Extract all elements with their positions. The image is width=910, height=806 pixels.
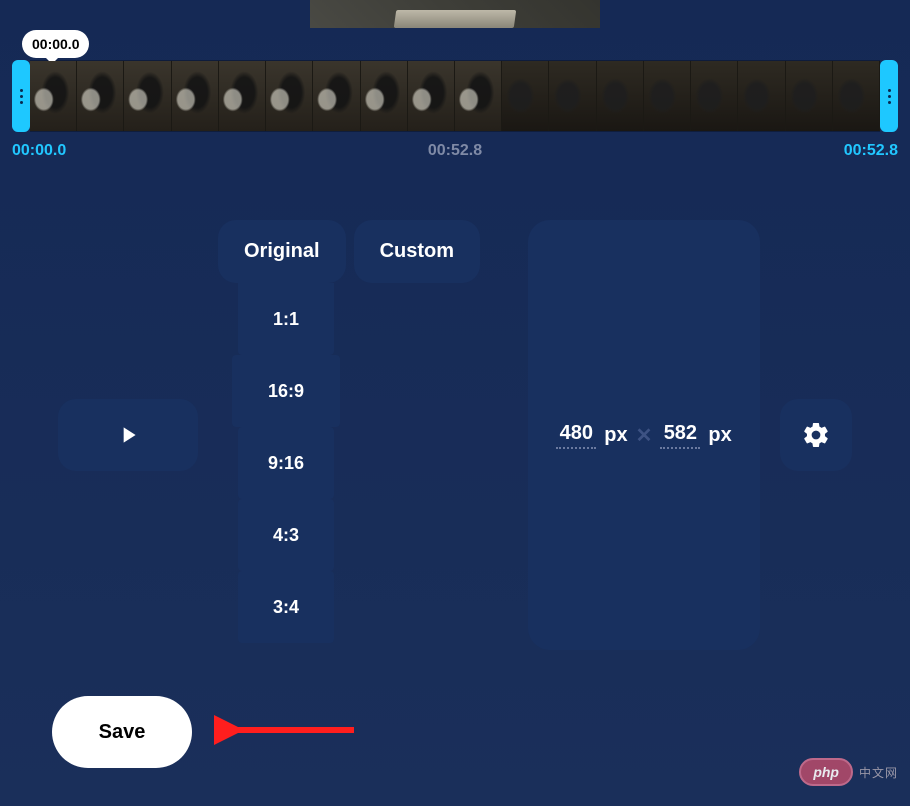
aspect-ratio-list: 1:1 16:9 9:16 4:3 3:4 xyxy=(238,283,340,643)
play-column xyxy=(58,220,198,650)
trim-handle-right[interactable] xyxy=(880,60,898,132)
timeline-mid-time: 00:52.8 xyxy=(428,142,482,160)
height-input[interactable]: 582 xyxy=(660,422,700,449)
timeline-frame xyxy=(455,61,502,131)
timeline-start-time: 00:00.0 xyxy=(12,142,66,160)
dimension-separator-icon: ✕ xyxy=(636,423,653,448)
ratio-1-1[interactable]: 1:1 xyxy=(238,283,334,355)
timeline-frame xyxy=(172,61,219,131)
video-preview xyxy=(310,0,600,28)
timeline-frame xyxy=(738,61,785,131)
thumbnail-track[interactable] xyxy=(30,60,880,132)
trim-handle-left[interactable] xyxy=(12,60,30,132)
tab-original[interactable]: Original xyxy=(218,220,346,283)
timeline-frame xyxy=(408,61,455,131)
aspect-column: Original Custom 1:1 16:9 9:16 4:3 3:4 xyxy=(218,220,508,643)
playhead-time-bubble: 00:00.0 xyxy=(22,30,89,58)
play-button[interactable] xyxy=(58,399,198,471)
ratio-3-4[interactable]: 3:4 xyxy=(238,571,334,643)
play-icon xyxy=(115,422,141,448)
aspect-tabs: Original Custom xyxy=(218,220,480,283)
timeline-frame xyxy=(219,61,266,131)
timeline: 00:00.0 00:00.0 xyxy=(0,60,910,160)
timeline-strip[interactable] xyxy=(12,60,898,132)
timeline-frame xyxy=(124,61,171,131)
watermark-logo: php xyxy=(799,758,853,786)
annotation-arrow-icon xyxy=(214,710,364,750)
timeline-frame xyxy=(691,61,738,131)
gear-icon xyxy=(801,420,831,450)
settings-column xyxy=(780,220,852,650)
timeline-frame xyxy=(644,61,691,131)
width-input[interactable]: 480 xyxy=(556,422,596,449)
save-button[interactable]: Save xyxy=(52,696,192,768)
ratio-16-9[interactable]: 16:9 xyxy=(232,355,340,427)
timeline-frame xyxy=(361,61,408,131)
timeline-frame xyxy=(502,61,549,131)
timeline-frame xyxy=(597,61,644,131)
timeline-time-labels: 00:00.0 00:52.8 00:52.8 xyxy=(12,142,898,160)
timeline-frame xyxy=(313,61,360,131)
timeline-frame xyxy=(266,61,313,131)
timeline-frame xyxy=(30,61,77,131)
timeline-end-time: 00:52.8 xyxy=(844,142,898,160)
ratio-9-16[interactable]: 9:16 xyxy=(238,427,334,499)
tab-custom[interactable]: Custom xyxy=(354,220,480,283)
watermark-badge: php 中文网 xyxy=(799,758,898,786)
watermark-text: 中文网 xyxy=(859,764,898,781)
settings-button[interactable] xyxy=(780,399,852,471)
dimensions-panel: 480 px ✕ 582 px xyxy=(528,220,760,650)
width-unit: px xyxy=(604,424,627,447)
timeline-frame xyxy=(833,61,880,131)
height-unit: px xyxy=(708,424,731,447)
ratio-4-3[interactable]: 4:3 xyxy=(238,499,334,571)
preview-content xyxy=(394,10,517,28)
controls-panel: Original Custom 1:1 16:9 9:16 4:3 3:4 48… xyxy=(0,220,910,650)
timeline-frame xyxy=(549,61,596,131)
timeline-frame xyxy=(77,61,124,131)
timeline-frame xyxy=(786,61,833,131)
